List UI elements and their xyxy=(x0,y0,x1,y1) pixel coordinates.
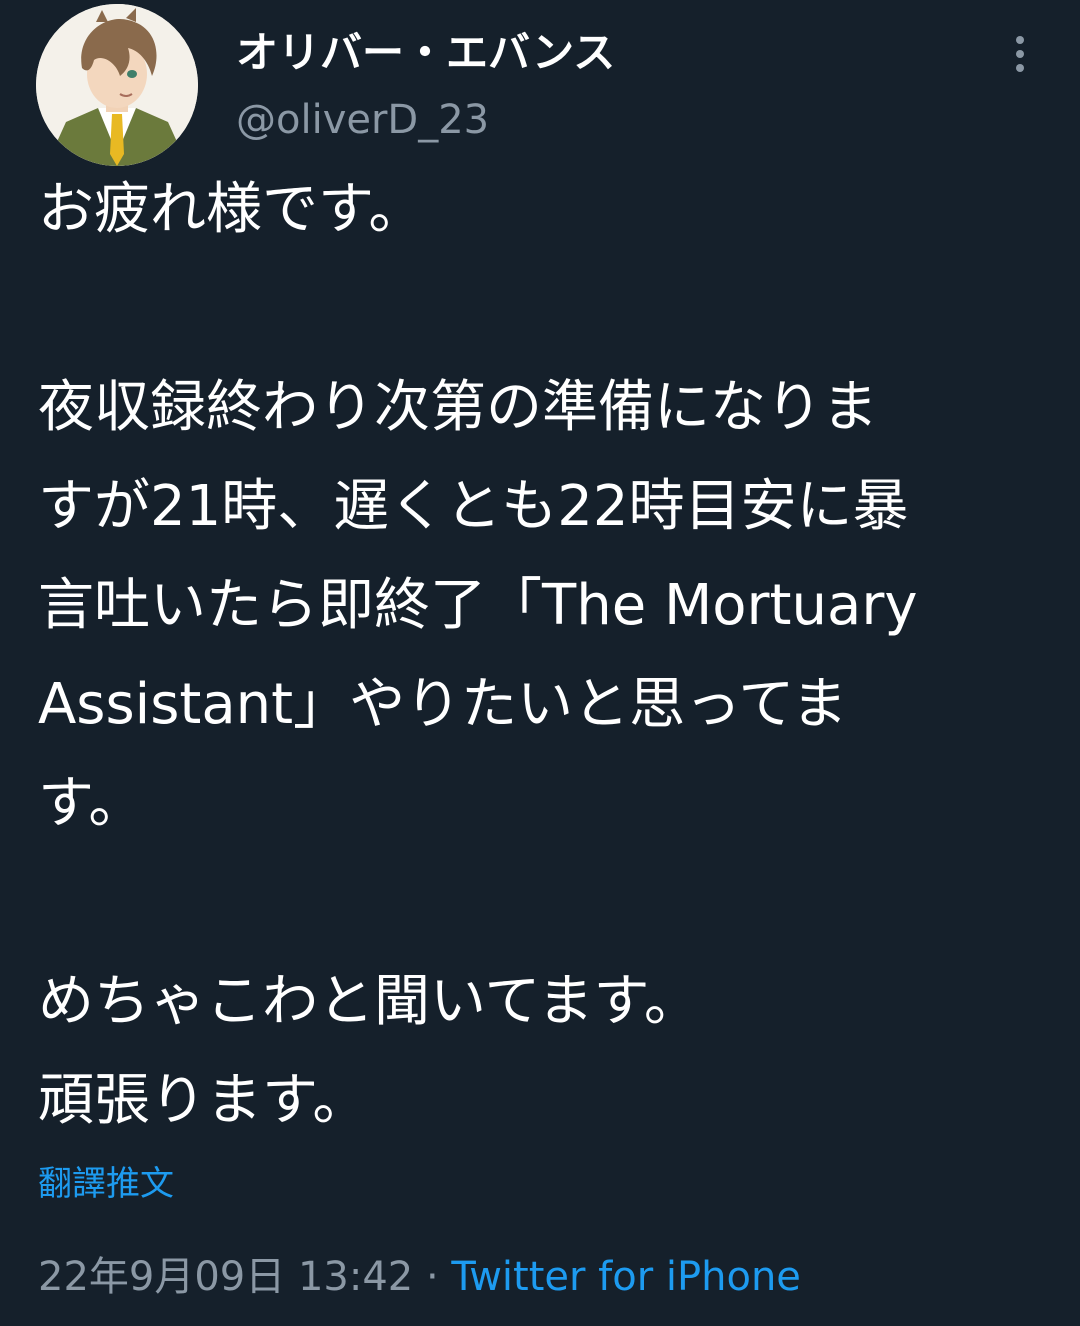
tweet-line: 頑張ります。 xyxy=(38,1068,369,1133)
tweet-metadata: 22年9月09日 13:42 · Twitter for iPhone xyxy=(38,1250,801,1304)
more-vertical-icon xyxy=(1016,36,1024,44)
tweet-line: Assistant」やりたいと思ってま xyxy=(38,672,848,737)
tweet-text: お疲れ様です。 夜収録終わり次第の準備になりま すが21時、遅くとも22時目安に… xyxy=(38,160,1048,1150)
tweet-paragraph: お疲れ様です。 xyxy=(38,177,425,242)
tweet-line: 夜収録終わり次第の準備になりま xyxy=(38,375,878,440)
more-vertical-icon-dot xyxy=(1016,64,1024,72)
translate-tweet-link[interactable]: 翻譯推文 xyxy=(38,1160,174,1208)
more-options-button[interactable] xyxy=(996,26,1044,82)
avatar[interactable] xyxy=(36,4,198,166)
meta-separator: · xyxy=(413,1254,452,1300)
anime-character-avatar-icon xyxy=(36,4,198,166)
tweet-line: す。 xyxy=(38,771,145,836)
author-display-name[interactable]: オリバー・エバンス xyxy=(236,26,615,80)
tweet-line: 言吐いたら即終了「The Mortuary xyxy=(38,573,918,638)
tweet-line: すが21時、遅くとも22時目安に暴 xyxy=(38,474,909,539)
more-vertical-icon-dot xyxy=(1016,50,1024,58)
tweet-line: めちゃこわと聞いてます。 xyxy=(38,969,700,1034)
tweet-timestamp[interactable]: 22年9月09日 13:42 xyxy=(38,1254,413,1300)
tweet-source-link[interactable]: Twitter for iPhone xyxy=(451,1254,801,1300)
author-handle[interactable]: @oliverD_23 xyxy=(236,94,489,146)
